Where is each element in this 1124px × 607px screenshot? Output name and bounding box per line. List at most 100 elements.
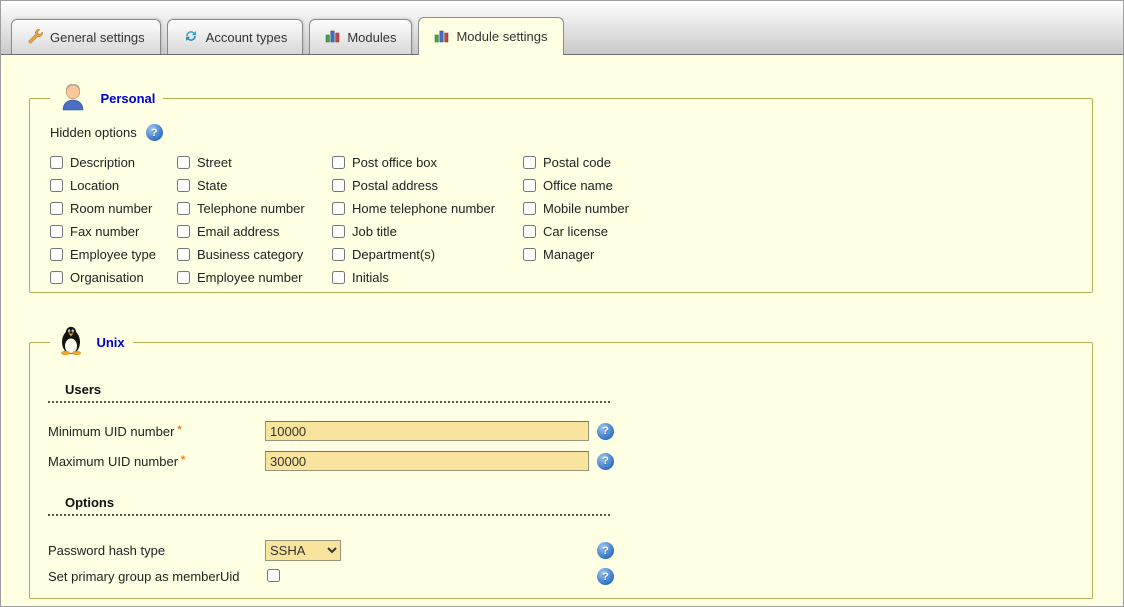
- hidden-option-state[interactable]: State: [177, 177, 332, 194]
- min-uid-label: Minimum UID number: [48, 424, 174, 439]
- personal-legend: Personal: [50, 81, 163, 116]
- checkbox-label: Email address: [197, 224, 279, 239]
- hidden-option-location[interactable]: Location: [50, 177, 177, 194]
- member-uid-label-cell: Set primary group as memberUid: [48, 569, 265, 584]
- checkbox-input[interactable]: [177, 271, 190, 284]
- checkbox-label: Job title: [352, 224, 397, 239]
- hidden-option-office-name[interactable]: Office name: [523, 177, 629, 194]
- checkbox-label: Postal address: [352, 178, 438, 193]
- checkbox-label: Employee number: [197, 270, 303, 285]
- users-section-header: Users: [48, 382, 610, 403]
- hidden-options-row: Hidden options ?: [50, 124, 1074, 141]
- checkbox-input[interactable]: [50, 156, 63, 169]
- hidden-option-post-office-box[interactable]: Post office box: [332, 154, 523, 171]
- checkbox-input[interactable]: [177, 179, 190, 192]
- hidden-option-car-license[interactable]: Car license: [523, 223, 629, 240]
- max-uid-control-cell: [265, 451, 597, 471]
- tab-general-settings[interactable]: General settings: [11, 19, 161, 54]
- checkbox-input[interactable]: [50, 202, 63, 215]
- tab-label: Modules: [347, 30, 396, 45]
- tabbar: General settings Account types Modules M…: [1, 1, 1123, 55]
- hidden-options-label: Hidden options: [50, 125, 137, 140]
- max-uid-input[interactable]: [265, 451, 589, 471]
- help-icon[interactable]: ?: [597, 423, 614, 440]
- hidden-option-postal-code[interactable]: Postal code: [523, 154, 629, 171]
- hidden-option-business-category[interactable]: Business category: [177, 246, 332, 263]
- help-icon[interactable]: ?: [146, 124, 163, 141]
- checkbox-input[interactable]: [50, 179, 63, 192]
- required-marker: *: [177, 424, 181, 436]
- min-uid-input[interactable]: [265, 421, 589, 441]
- checkbox-input[interactable]: [177, 248, 190, 261]
- hidden-option-fax-number[interactable]: Fax number: [50, 223, 177, 240]
- min-uid-control-cell: [265, 421, 597, 441]
- unix-legend-label: Unix: [96, 335, 124, 350]
- password-hash-label-cell: Password hash type: [48, 543, 265, 558]
- help-icon[interactable]: ?: [597, 453, 614, 470]
- checkbox-input[interactable]: [177, 202, 190, 215]
- hidden-option-room-number[interactable]: Room number: [50, 200, 177, 217]
- checkbox-input[interactable]: [332, 202, 345, 215]
- hidden-option-departments[interactable]: Department(s): [332, 246, 523, 263]
- checkbox-input[interactable]: [332, 248, 345, 261]
- modules-blocks-icon: [325, 28, 340, 46]
- hidden-option-postal-address[interactable]: Postal address: [332, 177, 523, 194]
- checkbox-label: Business category: [197, 247, 303, 262]
- hidden-option-telephone-number[interactable]: Telephone number: [177, 200, 332, 217]
- checkbox-input[interactable]: [523, 225, 536, 238]
- personal-module-section: Personal Hidden options ? Description Lo…: [29, 81, 1093, 293]
- checkbox-column: Description Location Room number Fax num…: [50, 154, 177, 286]
- hidden-option-manager[interactable]: Manager: [523, 246, 629, 263]
- checkbox-input[interactable]: [50, 225, 63, 238]
- hidden-option-employee-number[interactable]: Employee number: [177, 269, 332, 286]
- checkbox-input[interactable]: [332, 156, 345, 169]
- checkbox-input[interactable]: [50, 248, 63, 261]
- checkbox-input[interactable]: [523, 248, 536, 261]
- checkbox-input[interactable]: [332, 271, 345, 284]
- checkbox-input[interactable]: [332, 225, 345, 238]
- member-uid-control-cell: [265, 569, 597, 585]
- checkbox-label: Description: [70, 155, 135, 170]
- min-uid-row: Minimum UID number* ?: [48, 421, 1074, 441]
- checkbox-input[interactable]: [523, 156, 536, 169]
- checkbox-label: Telephone number: [197, 201, 305, 216]
- checkbox-input[interactable]: [50, 271, 63, 284]
- checkbox-input[interactable]: [332, 179, 345, 192]
- help-icon[interactable]: ?: [597, 542, 614, 559]
- hidden-option-home-telephone-number[interactable]: Home telephone number: [332, 200, 523, 217]
- checkbox-label: Organisation: [70, 270, 144, 285]
- tab-account-types[interactable]: Account types: [167, 19, 304, 54]
- checkbox-label: Employee type: [70, 247, 156, 262]
- checkbox-label: Fax number: [70, 224, 139, 239]
- modules-blocks-icon: [434, 28, 449, 46]
- checkbox-label: Home telephone number: [352, 201, 495, 216]
- hidden-option-mobile-number[interactable]: Mobile number: [523, 200, 629, 217]
- hidden-option-email-address[interactable]: Email address: [177, 223, 332, 240]
- hidden-option-job-title[interactable]: Job title: [332, 223, 523, 240]
- checkbox-label: State: [197, 178, 227, 193]
- member-uid-checkbox[interactable]: [267, 569, 280, 582]
- password-hash-label: Password hash type: [48, 543, 165, 558]
- checkbox-input[interactable]: [523, 179, 536, 192]
- tab-module-settings[interactable]: Module settings: [418, 17, 563, 55]
- hidden-option-description[interactable]: Description: [50, 154, 177, 171]
- tab-modules[interactable]: Modules: [309, 19, 412, 54]
- checkbox-input[interactable]: [177, 156, 190, 169]
- hidden-option-street[interactable]: Street: [177, 154, 332, 171]
- checkbox-label: Post office box: [352, 155, 437, 170]
- checkbox-input[interactable]: [523, 202, 536, 215]
- checkbox-label: Office name: [543, 178, 613, 193]
- hidden-option-organisation[interactable]: Organisation: [50, 269, 177, 286]
- person-icon: [58, 81, 88, 116]
- hidden-option-initials[interactable]: Initials: [332, 269, 523, 286]
- personal-legend-label: Personal: [100, 91, 155, 106]
- refresh-arrows-icon: [183, 28, 199, 47]
- help-icon[interactable]: ?: [597, 568, 614, 585]
- checkbox-input[interactable]: [177, 225, 190, 238]
- checkbox-label: Manager: [543, 247, 594, 262]
- password-hash-select[interactable]: SSHA: [265, 540, 341, 561]
- hidden-option-employee-type[interactable]: Employee type: [50, 246, 177, 263]
- unix-legend: Unix: [50, 325, 133, 360]
- checkbox-column: Postal code Office name Mobile number Ca…: [523, 154, 629, 286]
- min-uid-label-cell: Minimum UID number*: [48, 424, 265, 439]
